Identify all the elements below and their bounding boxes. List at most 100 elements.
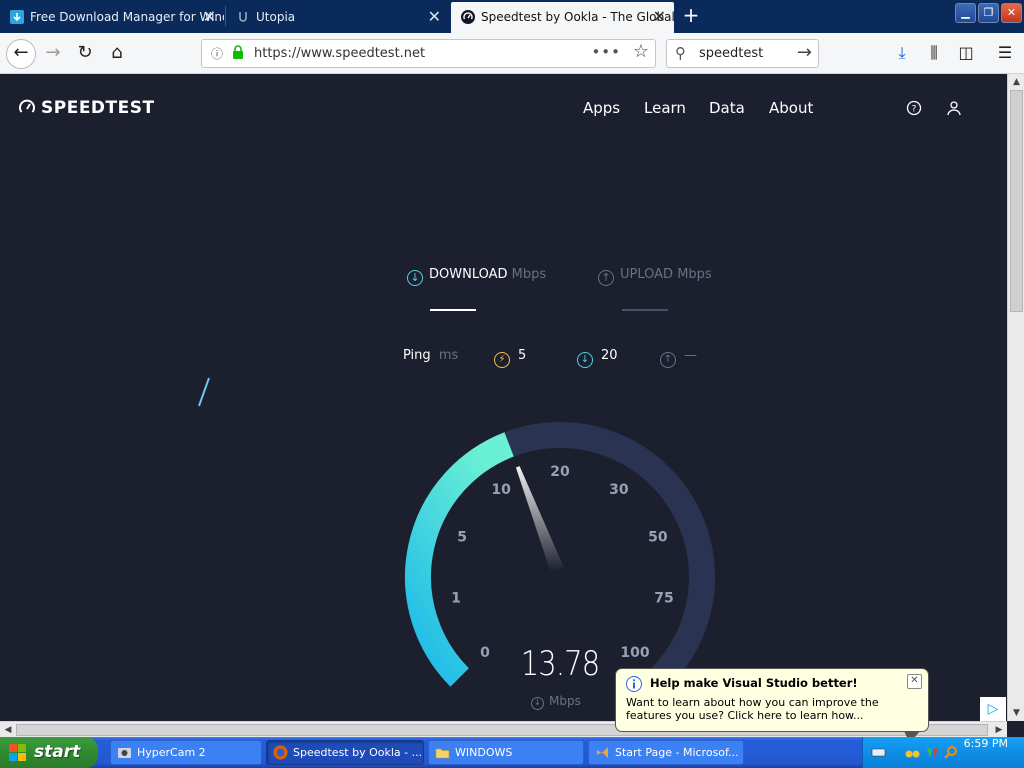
maximize-window-button[interactable]: ❐ <box>978 3 999 23</box>
search-bar[interactable]: ⚲ speedtest → <box>666 39 819 68</box>
download-arrow-icon: ↓ <box>407 270 423 286</box>
search-input[interactable]: speedtest <box>699 40 763 67</box>
download-ping-group: ↓ 20 <box>577 348 618 368</box>
scroll-up-arrow-icon[interactable]: ▲ <box>1008 74 1024 90</box>
close-tab-icon[interactable]: ✕ <box>653 2 666 32</box>
search-tool-icon[interactable] <box>943 745 958 760</box>
vertical-scrollbar[interactable]: ▲ ▼ <box>1007 74 1024 721</box>
user-profile-icon[interactable] <box>946 100 962 116</box>
minimize-window-button[interactable]: ▁ <box>955 3 976 23</box>
gauge-scale-label: 75 <box>654 591 673 607</box>
ping-value-group: ⚡ 5 <box>494 348 526 368</box>
close-notification-icon[interactable]: ✕ <box>907 674 922 689</box>
folder-icon <box>435 748 450 759</box>
visual-studio-icon <box>597 747 608 758</box>
download-tab-underline <box>430 309 476 311</box>
gauge-scale-label: 10 <box>491 482 511 498</box>
ping-icon: ⚡ <box>494 352 510 368</box>
system-tray: 6:59 PM <box>862 737 1024 768</box>
browser-tab-strip: Free Download Manager for Wind ✕ Utopia … <box>0 0 1024 33</box>
download-tab[interactable]: ↓ DOWNLOAD Mbps <box>407 267 546 286</box>
back-button[interactable]: ← <box>6 39 36 69</box>
task-label: WINDOWS <box>455 746 513 759</box>
menu-icon[interactable]: ☰ <box>993 41 1017 65</box>
gauge-needle <box>515 466 564 572</box>
upload-ping-icon: ↑ <box>660 352 676 368</box>
url-text[interactable]: https://www.speedtest.net <box>254 40 425 67</box>
tab-utopia[interactable]: Utopia ✕ <box>226 2 449 33</box>
search-go-icon[interactable]: → <box>797 40 812 66</box>
task-label: Start Page - Microsof... <box>615 746 739 759</box>
notification-title: Help make Visual Studio better! <box>650 676 858 690</box>
gauge-scale-label: 100 <box>620 645 649 661</box>
sidebar-icon[interactable]: ◫ <box>954 41 978 65</box>
speed-unit-arrow-icon: ↓ <box>531 697 544 710</box>
nav-data[interactable]: Data <box>709 99 745 117</box>
upload-label: UPLOAD <box>620 267 674 282</box>
nav-apps[interactable]: Apps <box>583 99 620 117</box>
scroll-left-arrow-icon[interactable]: ◀ <box>0 722 16 738</box>
tab-speedtest[interactable]: Speedtest by Ookla - The Global B ✕ <box>451 2 674 33</box>
svg-text:?: ? <box>912 105 917 115</box>
gauge-scale-label: 5 <box>457 529 467 545</box>
tab-title: Free Download Manager for Wind <box>30 10 224 24</box>
speed-unit-group: ↓ Mbps <box>531 694 581 710</box>
page-actions-icon[interactable]: ••• <box>591 40 621 65</box>
firefox-icon <box>273 745 288 760</box>
reload-button[interactable]: ↻ <box>70 39 100 69</box>
tab-free-download-manager[interactable]: Free Download Manager for Wind ✕ <box>0 2 224 33</box>
bookmark-star-icon[interactable]: ☆ <box>633 41 649 62</box>
clock[interactable]: 6:59 PM <box>964 737 1008 750</box>
ping-unit: ms <box>438 348 459 363</box>
downloads-icon[interactable]: ⤓ <box>890 41 914 65</box>
tab-title: Speedtest by Ookla - The Global B <box>481 10 674 24</box>
start-label: start <box>34 742 81 762</box>
start-button[interactable]: start <box>0 737 98 768</box>
windows-flag-icon <box>9 744 26 761</box>
forward-button[interactable]: → <box>38 39 68 69</box>
ping-label: Ping <box>403 348 431 363</box>
scroll-down-arrow-icon[interactable]: ▼ <box>1008 705 1024 721</box>
keyboard-icon[interactable] <box>871 745 886 760</box>
network-icon[interactable] <box>905 745 920 760</box>
address-bar[interactable]: ⓘ https://www.speedtest.net ••• ☆ <box>201 39 656 68</box>
gauge-scale-label: 20 <box>550 464 570 480</box>
nav-learn[interactable]: Learn <box>644 99 686 117</box>
nav-about[interactable]: About <box>769 99 813 117</box>
notification-balloon[interactable]: Help make Visual Studio better! ✕ Want t… <box>615 668 929 743</box>
lock-icon[interactable] <box>232 45 244 60</box>
download-ping-value: 20 <box>601 348 618 363</box>
gauge-scale-label: 1 <box>451 591 461 607</box>
speed-unit-label: Mbps <box>549 694 581 708</box>
library-icon[interactable]: ⫼ <box>922 41 946 65</box>
site-info-icon[interactable]: ⓘ <box>211 45 223 62</box>
info-icon <box>626 676 642 692</box>
close-window-button[interactable]: ✕ <box>1001 3 1022 23</box>
upload-ping-value: — <box>684 348 697 363</box>
speedtest-logo[interactable]: SPEEDTEST <box>18 98 155 118</box>
taskbar-item-hypercam[interactable]: HyperCam 2 <box>110 740 262 765</box>
upload-tab-underline <box>622 309 668 311</box>
utopia-favicon-icon <box>239 12 247 22</box>
upload-unit: Mbps <box>677 267 712 282</box>
new-tab-button[interactable]: + <box>680 4 702 28</box>
close-tab-icon[interactable]: ✕ <box>203 2 216 32</box>
close-tab-icon[interactable]: ✕ <box>428 2 441 32</box>
speedtest-page: SPEEDTEST Apps Learn Data About ? ↓ DOWNL… <box>0 74 1007 721</box>
home-button[interactable]: ⌂ <box>102 39 132 69</box>
scroll-right-arrow-icon[interactable]: ▶ <box>991 722 1007 738</box>
upload-tab[interactable]: ↑ UPLOAD Mbps <box>598 267 712 286</box>
taskbar-item-windows-folder[interactable]: WINDOWS <box>428 740 584 765</box>
help-icon[interactable]: ? <box>906 100 922 116</box>
gauge-scale-label: 0 <box>480 645 490 661</box>
security-icon[interactable] <box>925 745 940 760</box>
taskbar: start HyperCam 2 Speedtest by Ookla - ..… <box>0 737 1024 768</box>
speedtest-favicon-icon <box>461 10 475 24</box>
speed-streak <box>198 377 210 407</box>
gauge-fill <box>405 432 514 687</box>
adchoices-icon[interactable]: ▷ <box>980 697 1006 721</box>
taskbar-item-visual-studio[interactable]: Start Page - Microsof... <box>588 740 744 765</box>
vertical-scroll-thumb[interactable] <box>1010 90 1023 312</box>
notification-body[interactable]: Want to learn about how you can improve … <box>626 696 922 722</box>
taskbar-item-speedtest[interactable]: Speedtest by Ookla - ... <box>266 740 424 765</box>
